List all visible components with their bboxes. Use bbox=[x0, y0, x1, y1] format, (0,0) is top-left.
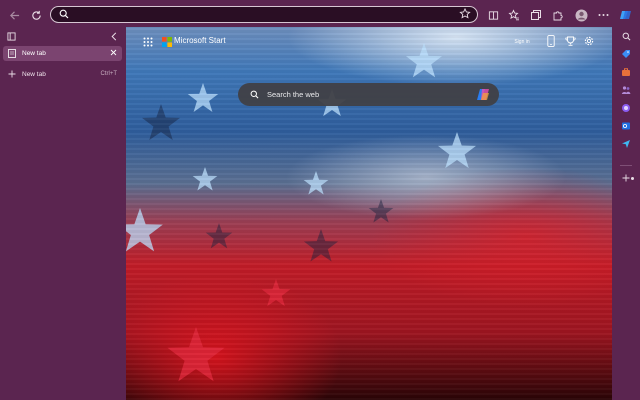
new-tab-button[interactable]: New tab Ctrl+T bbox=[3, 68, 122, 82]
edge-sidebar bbox=[613, 29, 640, 400]
outlook-icon bbox=[622, 122, 630, 130]
rail-outlook[interactable] bbox=[619, 119, 633, 133]
new-tab-page-icon bbox=[8, 49, 16, 58]
profile-button[interactable] bbox=[572, 6, 590, 24]
rail-drop[interactable] bbox=[619, 137, 633, 151]
more-icon bbox=[598, 14, 608, 16]
extensions-icon bbox=[553, 11, 563, 21]
people-icon bbox=[621, 86, 631, 94]
search-icon bbox=[250, 90, 259, 99]
avatar bbox=[575, 9, 587, 21]
favorites-button[interactable] bbox=[505, 6, 523, 24]
copilot-icon bbox=[620, 11, 631, 19]
briefcase-icon bbox=[622, 68, 630, 76]
rail-copilot[interactable] bbox=[619, 101, 633, 115]
new-tab-page: Microsoft Start Sign in Search the web bbox=[126, 27, 612, 400]
phone-icon[interactable] bbox=[547, 35, 555, 47]
close-icon[interactable] bbox=[109, 48, 118, 57]
new-tab-label: New tab bbox=[22, 71, 46, 78]
web-search-box[interactable]: Search the web bbox=[238, 83, 499, 106]
trophy-icon[interactable] bbox=[565, 36, 576, 46]
tab-label: New tab bbox=[22, 50, 46, 57]
search-icon bbox=[59, 9, 69, 19]
search-icon bbox=[622, 32, 630, 40]
gear-icon[interactable] bbox=[584, 36, 594, 46]
refresh-icon bbox=[31, 10, 41, 20]
tabs-panel-header bbox=[0, 29, 126, 45]
microsoft-logo bbox=[162, 37, 172, 47]
collections-icon bbox=[531, 10, 541, 20]
tab-actions-icon[interactable] bbox=[7, 32, 16, 41]
address-bar[interactable] bbox=[50, 6, 478, 23]
send-icon bbox=[622, 140, 630, 148]
sign-in-button[interactable]: Sign in bbox=[509, 37, 535, 48]
star-outline-icon[interactable] bbox=[459, 8, 471, 20]
address-input[interactable] bbox=[73, 8, 453, 21]
rail-tools[interactable] bbox=[619, 65, 633, 79]
new-tab-shortcut: Ctrl+T bbox=[100, 71, 118, 77]
plus-icon bbox=[622, 174, 630, 182]
rail-people[interactable] bbox=[619, 83, 633, 97]
extensions-button[interactable] bbox=[549, 6, 567, 24]
rail-divider bbox=[620, 165, 632, 166]
refresh-button[interactable] bbox=[27, 6, 45, 24]
tag-icon bbox=[622, 50, 630, 58]
vertical-tabs-panel: New tab New tab Ctrl+T bbox=[0, 29, 126, 400]
rail-search[interactable] bbox=[619, 29, 633, 43]
back-button[interactable] bbox=[5, 6, 23, 24]
back-arrow-icon bbox=[9, 10, 19, 20]
split-screen-button[interactable] bbox=[484, 6, 502, 24]
chevron-left-icon[interactable] bbox=[110, 32, 118, 41]
start-page-header: Microsoft Start Sign in bbox=[126, 27, 612, 55]
tab-new-tab[interactable]: New tab bbox=[3, 46, 122, 61]
search-placeholder: Search the web bbox=[267, 90, 320, 99]
split-screen-icon bbox=[488, 10, 498, 20]
plus-icon bbox=[8, 70, 16, 78]
copilot-button[interactable] bbox=[617, 6, 635, 24]
notification-dot bbox=[631, 177, 634, 180]
app-launcher-icon[interactable] bbox=[143, 37, 153, 47]
brand-title[interactable]: Microsoft Start bbox=[174, 36, 226, 46]
copilot-icon[interactable] bbox=[476, 87, 491, 102]
copilot-app-icon bbox=[622, 104, 630, 112]
browser-toolbar bbox=[0, 0, 640, 29]
more-button[interactable] bbox=[594, 6, 612, 24]
rail-shopping[interactable] bbox=[619, 47, 633, 61]
favorites-icon bbox=[508, 9, 519, 21]
collections-button[interactable] bbox=[527, 6, 545, 24]
